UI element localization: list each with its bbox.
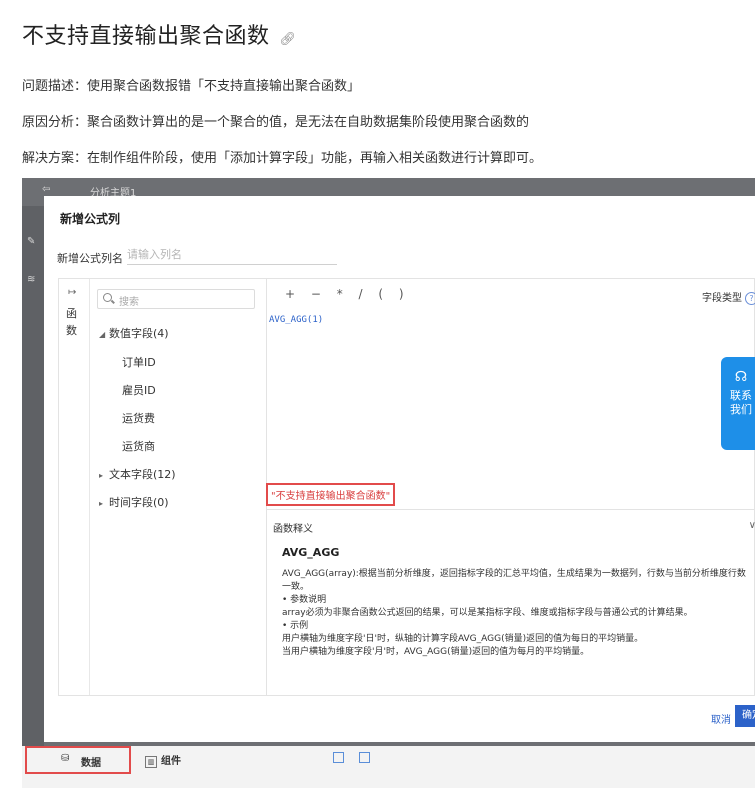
search-placeholder: 搜索 [119, 297, 139, 308]
problem-description: 问题描述：使用聚合函数报错「不支持直接输出聚合函数」 [22, 79, 361, 94]
function-tab[interactable]: ↦ 函数 [59, 279, 90, 695]
cause-analysis: 原因分析：聚合函数计算出的是一个聚合的值，是无法在自助数据集阶段使用聚合函数的 [22, 115, 530, 130]
search-icon [103, 293, 112, 302]
caret-right-icon: ▸ [99, 499, 104, 508]
caret-down-icon: ◢ [99, 330, 106, 339]
formula-editor-area: ↦ 函数 搜索 ◢ 数值字段(4) 订单ID 雇员ID 运货费 运货商 ▸ 文本字段… [58, 278, 755, 696]
cancel-button[interactable]: 取消 [711, 711, 731, 726]
chevron-down-icon[interactable]: ∨ [749, 520, 755, 531]
add-chart-icon[interactable] [333, 752, 344, 763]
confirm-button[interactable]: 确定 [735, 705, 755, 727]
bottom-bar: ⛁ 数据 ▥ 组件 [22, 746, 755, 788]
formula-text[interactable]: AVG_AGG(1) [269, 315, 323, 325]
caret-right-icon: ▸ [99, 471, 104, 480]
tree-group-text[interactable]: ▸ 文本字段(12) [99, 466, 176, 482]
tree-item[interactable]: 订单ID [122, 354, 156, 370]
solution-text: 解决方案：在制作组件阶段，使用「添加计算字段」功能，再输入相关函数进行计算即可。 [22, 151, 543, 166]
database-icon: ⛁ [61, 753, 70, 764]
error-message: "不支持直接输出聚合函数" [266, 483, 396, 506]
edit-icon[interactable]: ✎ [27, 236, 39, 248]
left-toolbar: ✎ ≋ [22, 206, 44, 751]
doc-section-title: 函数释义 [273, 524, 313, 535]
contact-us-button[interactable]: ☊ 联系 我们 [721, 357, 755, 450]
function-description: AVG_AGG(array):根据当前分析维度，返回指标字段的汇总平均值，生成结… [282, 569, 746, 657]
add-table-icon[interactable] [359, 752, 370, 763]
function-name: AVG_AGG [282, 546, 340, 559]
function-doc-panel: 函数释义 ∨ AVG_AGG AVG_AGG(array):根据当前分析维度，返… [266, 509, 755, 696]
link-icon[interactable]: 🔗︎ [280, 32, 297, 47]
page-title: 不支持直接输出聚合函数 🔗︎ [22, 24, 297, 49]
field-list-panel: 搜索 ◢ 数值字段(4) 订单ID 雇员ID 运货费 运货商 ▸ 文本字段(12) … [89, 279, 267, 695]
dialog-title: 新增公式列 [60, 212, 121, 226]
column-name-input[interactable] [127, 244, 337, 265]
tree-item[interactable]: 运货费 [122, 410, 155, 426]
tree-group-numeric[interactable]: ◢ 数值字段(4) [99, 325, 169, 341]
tree-item[interactable]: 雇员ID [122, 382, 156, 398]
new-formula-dialog: 新增公式列 新增公式列名 ↦ 函数 搜索 ◢数值字段(4) 订单ID 雇员ID … [44, 196, 755, 742]
back-icon: ⇦ [42, 184, 51, 195]
expand-icon[interactable]: ↦ [68, 287, 76, 298]
screenshot-figure: ⇦ 分析主题1 ✎ ≋ 新增公式列 新增公式列名 ↦ 函数 搜索 ◢数值字段(4… [22, 178, 755, 788]
headset-icon: ☊ [734, 369, 748, 385]
chart-icon: ▥ [145, 756, 157, 768]
column-name-label: 新增公式列名 [57, 252, 123, 265]
tree-item[interactable]: 运货商 [122, 438, 155, 454]
field-type-label[interactable]: 字段类型? [702, 289, 755, 305]
filter-icon[interactable]: ≋ [27, 274, 39, 286]
operator-toolbar[interactable]: + − * / ( ) [285, 287, 404, 301]
help-icon[interactable]: ? [745, 292, 755, 305]
formula-editor[interactable]: + − * / ( ) 字段类型? AVG_AGG(1) ☊ 联系 我们 "不支持… [266, 279, 755, 509]
function-tab-label: 函数 [66, 307, 77, 337]
data-tab[interactable]: ⛁ 数据 [25, 746, 131, 774]
field-search-input[interactable]: 搜索 [97, 289, 255, 309]
component-tab[interactable]: ▥ 组件 [145, 752, 181, 768]
tree-group-time[interactable]: ▸ 时间字段(0) [99, 494, 169, 510]
